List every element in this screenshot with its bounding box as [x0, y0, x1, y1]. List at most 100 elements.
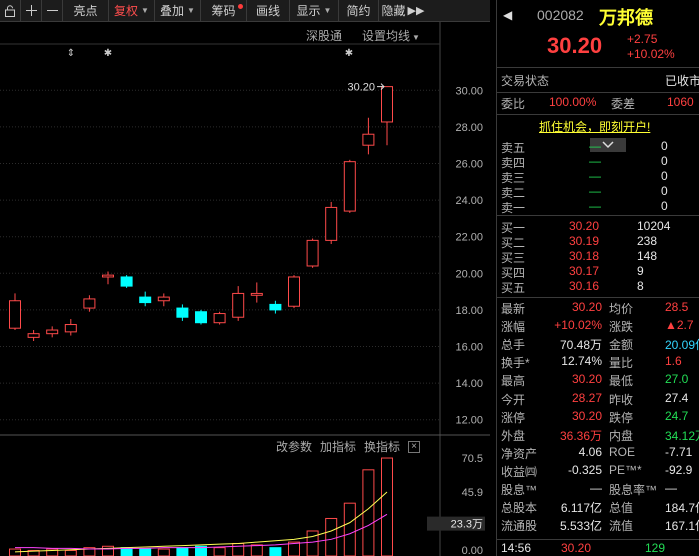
stat-label: 换手*	[501, 356, 530, 371]
ask-volume: 0	[661, 184, 668, 198]
overlay-label: 叠加	[160, 4, 185, 18]
overlay-button[interactable]: 叠加 ▼	[155, 0, 201, 22]
volume-bar	[381, 457, 393, 556]
bid-row[interactable]: 买四 30.17 9	[497, 264, 699, 280]
add-indicator-button[interactable]: 加指标	[320, 438, 356, 455]
stat-value: 36.36万	[559, 428, 602, 443]
minus-icon[interactable]	[42, 0, 63, 22]
adjust-rights-button[interactable]: 复权 ▼	[109, 0, 155, 22]
candle-body	[157, 296, 170, 302]
chips-button[interactable]: 筹码	[201, 0, 247, 22]
candle-body	[102, 274, 114, 278]
price-tick-label: 18.00	[455, 305, 483, 317]
stat-value: 28.5	[665, 300, 689, 314]
plus-icon[interactable]	[21, 0, 42, 22]
order-ratio-value: 100.00%	[549, 95, 597, 109]
tick-row: 14:56 30.20 129	[497, 541, 699, 556]
ask-row[interactable]: 卖三 —0	[497, 169, 699, 185]
volume-bar	[139, 548, 152, 556]
stat-value: —	[590, 481, 602, 495]
stat-value: -7.71	[665, 444, 693, 459]
stock-price: 30.20	[547, 33, 603, 58]
price-change: +2.75	[627, 32, 658, 46]
stat-label: 总手	[501, 338, 526, 353]
bid-volume: 8	[637, 279, 644, 293]
ask-price: —	[589, 169, 601, 183]
double-chevron-right-icon[interactable]: ▶▶	[408, 4, 425, 17]
stat-label: PE™*	[609, 462, 642, 477]
stat-value: 20.09亿	[665, 338, 699, 353]
lock-icon[interactable]	[0, 0, 21, 22]
dropdown-arrow-icon: ▼	[412, 33, 420, 42]
bid-row[interactable]: 买三 30.18 148	[497, 249, 699, 265]
back-arrow-icon[interactable]: ◀	[503, 8, 512, 22]
open-account-link[interactable]: 抓住机会，即刻开户!	[539, 118, 650, 135]
ask-volume: 0	[661, 139, 668, 153]
candle-body	[83, 298, 96, 309]
dropdown-arrow-icon: ▼	[187, 6, 195, 15]
simple-button[interactable]: 简约	[339, 0, 379, 22]
highlight-label: 亮点	[73, 4, 98, 18]
ask-row[interactable]: 卖二 —0	[497, 184, 699, 200]
bid-row[interactable]: 买二 30.19 238	[497, 234, 699, 250]
close-icon[interactable]: ×	[408, 440, 421, 453]
stat-label: 金额	[609, 338, 634, 353]
order-diff-label: 委差	[611, 97, 636, 111]
divider	[497, 539, 699, 540]
highlight-button[interactable]: 亮点	[63, 0, 109, 22]
bid-row[interactable]: 买一 30.20 10204	[497, 219, 699, 235]
set-moving-average-link[interactable]: 设置均线 ▼	[362, 27, 420, 44]
kline-chart[interactable]: 30.00 28.00 26.00 24.00 22.00 20.00 18.00 16.00…	[0, 22, 490, 556]
candle-body	[288, 276, 300, 307]
ask-row[interactable]: 卖四 —0	[497, 154, 699, 170]
bid-price: 30.17	[569, 264, 600, 278]
draw-line-button[interactable]: 画线	[247, 0, 290, 22]
bid-price: 30.19	[569, 234, 600, 248]
stat-label: 昨收	[609, 392, 634, 407]
switch-indicator-button[interactable]: 换指标	[364, 438, 400, 455]
stat-value: 1.6	[665, 354, 682, 369]
modify-params-button[interactable]: 改参数	[276, 438, 312, 455]
volume-bar	[176, 547, 189, 556]
stat-row: 净资产 4.06 ROE -7.71	[497, 445, 699, 463]
ask-volume: 0	[661, 199, 668, 213]
stat-row: 总股本 6.117亿总值 184.7亿	[497, 499, 699, 517]
ask-row[interactable]: 卖五 —0	[497, 139, 699, 155]
volume-bar	[325, 517, 338, 556]
price-tick-label: 24.00	[455, 195, 483, 207]
candle-body	[232, 292, 245, 318]
stat-row: 涨停 30.20 跌停 24.7	[497, 409, 699, 427]
ask-price: —	[589, 184, 601, 198]
volume-bar	[306, 530, 319, 556]
bid-price: 30.18	[569, 249, 600, 263]
stat-value: 167.1亿	[665, 519, 699, 534]
stat-value: 184.7亿	[665, 501, 699, 516]
stat-value: 6.117亿	[560, 501, 602, 516]
stat-value: +10.02%	[554, 318, 602, 333]
volume-bar	[9, 548, 21, 556]
price-tick-label: 26.00	[455, 159, 483, 171]
stat-label: 最低	[609, 374, 634, 389]
stat-label: 最高	[501, 374, 526, 389]
stat-label: 总值	[609, 501, 634, 516]
hide-button[interactable]: 隐藏 ▶▶	[379, 0, 425, 22]
volume-tick-label: 45.9	[462, 487, 483, 499]
display-button[interactable]: 显示 ▼	[290, 0, 339, 22]
open-account-banner[interactable]: 抓住机会，即刻开户!	[497, 118, 699, 136]
shenzhen-connect-link[interactable]: 深股通	[306, 27, 342, 44]
bid-price: 30.20	[569, 219, 600, 233]
bid-row[interactable]: 买五 30.16 8	[497, 279, 699, 295]
stat-label: 股息率™	[609, 483, 658, 497]
ask-row[interactable]: 卖一 — 0	[497, 199, 699, 215]
divider	[497, 67, 699, 68]
trade-status-value: 已收市	[665, 74, 699, 88]
volume-bar	[250, 544, 263, 556]
stat-row: 流通股 5.533亿流值 167.1亿	[497, 517, 699, 535]
price-tick-label: 16.00	[455, 342, 483, 354]
draw-line-label: 画线	[255, 4, 280, 18]
chart-toolbar: 亮点 复权 ▼ 叠加 ▼ 筹码 画线 显示 ▼ 简约 隐藏 ▶▶	[0, 0, 490, 22]
price-tick-label: 28.00	[455, 122, 483, 134]
bid-label: 买五	[501, 281, 526, 295]
trade-status-row: 交易状态 已收市	[497, 72, 699, 90]
stat-label: 流通股	[501, 519, 538, 534]
